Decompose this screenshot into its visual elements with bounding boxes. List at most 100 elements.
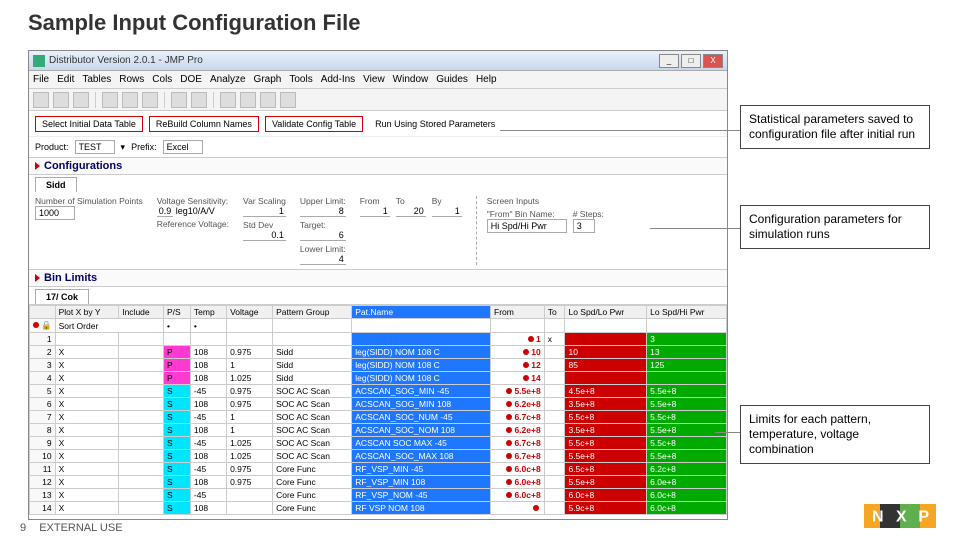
cell-lo-spd-hi-pwr[interactable]: 6.2c+8	[647, 463, 727, 476]
cell-lo-spd-hi-pwr[interactable]: 5.5c+8	[647, 411, 727, 424]
cell-lo-spd-lo-pwr[interactable]: 3.5e+8	[565, 398, 647, 411]
cell-include[interactable]	[119, 437, 164, 450]
cell-pattern-group[interactable]: SOC AC Scan	[273, 424, 352, 437]
table-header[interactable]: Lo Spd/Lo Pwr	[565, 306, 647, 319]
table-row[interactable]: 3 X P 108 1 Sidd leg(SIDD) NOM 108 C 12 …	[30, 359, 727, 372]
table-header[interactable]: Pattern Group	[273, 306, 352, 319]
table-header[interactable]: Voltage	[227, 306, 273, 319]
from-bin-input[interactable]	[487, 219, 567, 233]
cell-lo-spd-lo-pwr[interactable]: 85	[565, 359, 647, 372]
from-value[interactable]: 1	[360, 206, 390, 217]
toolbar-icon[interactable]	[102, 92, 118, 108]
toolbar-icon[interactable]	[220, 92, 236, 108]
cell-temp[interactable]: 108	[190, 476, 226, 489]
table-row[interactable]: 5 X S -45 0.975 SOC AC Scan ACSCAN_SOG_M…	[30, 385, 727, 398]
cell-ps[interactable]: S	[164, 489, 191, 502]
tab-main[interactable]: 17/ Cok	[35, 289, 89, 304]
cell-to[interactable]	[544, 450, 565, 463]
cell-include[interactable]	[119, 476, 164, 489]
minimize-button[interactable]: _	[659, 54, 679, 68]
cell-voltage[interactable]: 1	[227, 424, 273, 437]
cell-lo-spd-lo-pwr[interactable]: 5.5c+8	[565, 437, 647, 450]
cell-ps[interactable]: S	[164, 385, 191, 398]
cell-include[interactable]	[119, 450, 164, 463]
cell-temp[interactable]: 108	[190, 424, 226, 437]
table-row[interactable]: 6 X S 108 0.975 SOC AC Scan ACSCAN_SOG_M…	[30, 398, 727, 411]
cell-lo-spd-hi-pwr[interactable]: 6.0c+8	[647, 502, 727, 515]
toolbar-icon[interactable]	[191, 92, 207, 108]
menu-tools[interactable]: Tools	[289, 74, 312, 85]
cell-plotxy[interactable]	[55, 333, 119, 346]
menu-doe[interactable]: DOE	[180, 74, 202, 85]
voltage-sensitivity-value[interactable]: 0.9	[157, 206, 174, 217]
cell-pattern-group[interactable]: Core Func	[273, 502, 352, 515]
cell-plotxy[interactable]: X	[55, 476, 119, 489]
cell-plotxy[interactable]: X	[55, 398, 119, 411]
cell-lo-spd-hi-pwr[interactable]: 5.5e+8	[647, 385, 727, 398]
cell-to[interactable]: x	[544, 333, 565, 346]
cell-plotxy[interactable]: X	[55, 463, 119, 476]
cell-include[interactable]	[119, 502, 164, 515]
cell-pattern-name[interactable]: ACSCAN SOC MAX -45	[352, 437, 491, 450]
cell-ps[interactable]: S	[164, 437, 191, 450]
cell-voltage[interactable]	[227, 489, 273, 502]
cell-ps[interactable]: S	[164, 398, 191, 411]
cell-pattern-name[interactable]: ACSCAN_SOG_MIN -45	[352, 385, 491, 398]
cell-ps[interactable]	[164, 333, 191, 346]
collapse-icon[interactable]	[35, 162, 40, 170]
cell-lo-spd-lo-pwr[interactable]: 4.5e+8	[565, 385, 647, 398]
cell-ps[interactable]: S	[164, 502, 191, 515]
menu-guides[interactable]: Guides	[436, 74, 468, 85]
cell-lo-spd-lo-pwr[interactable]	[565, 333, 647, 346]
cell-pattern-group[interactable]: SOC AC Scan	[273, 411, 352, 424]
cell-from[interactable]: 5.5e+8	[491, 385, 545, 398]
cell-temp[interactable]: -45	[190, 385, 226, 398]
maximize-button[interactable]: □	[681, 54, 701, 68]
cell-plotxy[interactable]: X	[55, 489, 119, 502]
cell-lo-spd-lo-pwr[interactable]	[565, 372, 647, 385]
cell-from[interactable]: 6.2e+8	[491, 424, 545, 437]
cell-from[interactable]: 6.7c+8	[491, 411, 545, 424]
dropdown-icon[interactable]: ▾	[121, 142, 126, 153]
cell-lo-spd-lo-pwr[interactable]: 5.5e+8	[565, 476, 647, 489]
menu-help[interactable]: Help	[476, 74, 497, 85]
cell-from[interactable]	[491, 502, 545, 515]
cell-lo-spd-lo-pwr[interactable]: 5.5e+8	[565, 450, 647, 463]
cell-plotxy[interactable]: X	[55, 424, 119, 437]
select-table-button[interactable]: Select Initial Data Table	[35, 116, 143, 132]
table-row[interactable]: 13 X S -45 Core Func RF_VSP_NOM -45 6.0c…	[30, 489, 727, 502]
cell-lo-spd-hi-pwr[interactable]: 5.5e+8	[647, 450, 727, 463]
cell-voltage[interactable]: 0.975	[227, 346, 273, 359]
cell-plotxy[interactable]: X	[55, 385, 119, 398]
cell-temp[interactable]: -45	[190, 463, 226, 476]
cell-pattern-name[interactable]: RF_VSP_MIN -45	[352, 463, 491, 476]
cell-include[interactable]	[119, 489, 164, 502]
close-button[interactable]: X	[703, 54, 723, 68]
menu-window[interactable]: Window	[393, 74, 429, 85]
cell-to[interactable]	[544, 502, 565, 515]
table-header[interactable]: From	[491, 306, 545, 319]
menu-rows[interactable]: Rows	[119, 74, 144, 85]
cell-include[interactable]	[119, 411, 164, 424]
cell-pattern-group[interactable]: SOC AC Scan	[273, 437, 352, 450]
cell-temp[interactable]: -45	[190, 437, 226, 450]
menu-graph[interactable]: Graph	[254, 74, 282, 85]
product-input[interactable]	[75, 140, 115, 154]
toolbar-icon[interactable]	[53, 92, 69, 108]
cell-lo-spd-hi-pwr[interactable]: 6.0e+8	[647, 476, 727, 489]
cell-pattern-group[interactable]: Core Func	[273, 489, 352, 502]
cell-lo-spd-hi-pwr[interactable]: 13	[647, 346, 727, 359]
cell-voltage[interactable]: 0.975	[227, 398, 273, 411]
cell-pattern-name[interactable]: leg(SIDD) NOM 108 C	[352, 372, 491, 385]
tab-sidd[interactable]: Sidd	[35, 177, 77, 192]
cell-pattern-group[interactable]: SOC AC Scan	[273, 398, 352, 411]
cell-voltage[interactable]	[227, 333, 273, 346]
cell-ps[interactable]: S	[164, 450, 191, 463]
cell-from[interactable]: 12	[491, 359, 545, 372]
cell-voltage[interactable]: 1.025	[227, 437, 273, 450]
cell-pattern-name[interactable]: ACSCAN_SOC_NUM -45	[352, 411, 491, 424]
cell-pattern-name[interactable]: RF VSP NOM 108	[352, 502, 491, 515]
toolbar-icon[interactable]	[33, 92, 49, 108]
cell-to[interactable]	[544, 411, 565, 424]
target-value[interactable]: 6	[300, 230, 346, 241]
